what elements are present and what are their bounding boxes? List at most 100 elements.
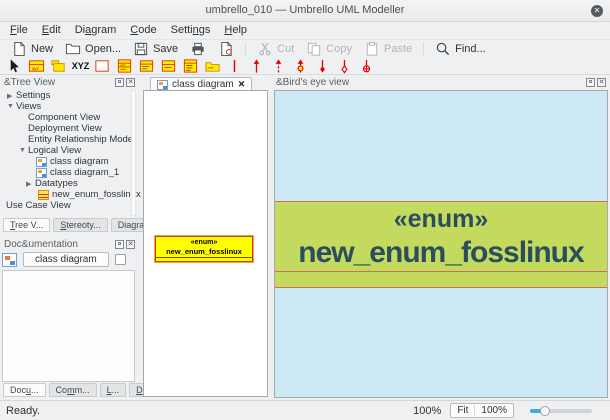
copy-icon xyxy=(306,41,322,57)
tree-item-settings[interactable]: ▶ Settings xyxy=(2,90,130,101)
tab-tree-v[interactable]: Tree V... xyxy=(3,218,51,232)
interface-tool-button[interactable] xyxy=(136,57,157,74)
label-part: ree V... xyxy=(15,220,44,230)
documentation-textarea[interactable] xyxy=(2,270,135,382)
package-tool-button[interactable] xyxy=(48,57,69,74)
window-close-icon[interactable]: ✕ xyxy=(591,5,603,17)
diagram-canvas[interactable]: «enum» new_enum_fosslinux xyxy=(143,90,268,397)
tree-item-new-enum-fosslinux[interactable]: new_enum_fosslinux xyxy=(2,189,141,200)
birdseye-header: &Bird's eye view ✕ xyxy=(276,77,608,90)
dashed-arrow-up-icon xyxy=(275,58,282,73)
tree-item-use-case-view[interactable]: Use Case View xyxy=(2,200,130,211)
zoom-slider-handle[interactable] xyxy=(540,405,550,416)
label-part: F xyxy=(10,24,17,36)
birdseye-enum-stereotype: «enum» xyxy=(393,205,489,233)
entity-icon xyxy=(205,61,220,72)
print-icon xyxy=(190,41,206,57)
composition-tool-button[interactable] xyxy=(312,57,333,74)
close-panel-icon[interactable]: ✕ xyxy=(126,78,135,87)
work-toolbar: xyz XYZ xyxy=(0,57,610,75)
label-part: dit xyxy=(49,24,61,36)
diagram-icon xyxy=(36,156,47,167)
doc-target-button[interactable]: class diagram xyxy=(23,252,109,267)
birdseye-enum-widget: «enum» new_enum_fosslinux xyxy=(275,201,607,288)
text-tool-label: XYZ xyxy=(71,60,90,71)
entity-tool-button[interactable] xyxy=(202,57,223,74)
containment-tool-button[interactable] xyxy=(356,57,377,74)
open-button[interactable]: Open... xyxy=(59,40,127,58)
pointer-tool-button[interactable] xyxy=(4,57,25,74)
close-panel-icon[interactable]: ✕ xyxy=(597,78,606,87)
uni-association-tool-button[interactable] xyxy=(290,57,311,74)
copy-button[interactable]: Copy xyxy=(300,40,358,58)
bottom-dock-tabs: Docu...Comm...L...D... xyxy=(3,383,158,397)
application-window: umbrello_010 — Umbrello UML Modeller ✕ F… xyxy=(0,0,610,420)
expanded-expander-icon[interactable]: ▼ xyxy=(19,147,28,154)
print-preview-icon xyxy=(218,41,234,57)
datatype-tool-button[interactable] xyxy=(158,57,179,74)
tree-scrollbar[interactable] xyxy=(131,90,136,216)
label-part: ile xyxy=(16,24,28,36)
birdseye-enum-separator xyxy=(275,271,607,272)
new-button[interactable]: New xyxy=(5,40,59,58)
close-panel-icon[interactable]: ✕ xyxy=(126,240,135,249)
collapsed-expander-icon[interactable]: ▶ xyxy=(26,180,35,188)
find-button[interactable]: Find... xyxy=(429,40,492,58)
enum-icon xyxy=(38,189,49,200)
tree-item-class-diagram[interactable]: class diagram xyxy=(2,156,130,167)
float-panel-icon[interactable] xyxy=(115,240,124,249)
text-tool-button[interactable]: XYZ xyxy=(70,57,91,74)
tree-item-views[interactable]: ▼ Views xyxy=(2,101,130,112)
tree-item-entity-relationship-model[interactable]: Entity Relationship Model xyxy=(2,134,135,145)
copy-button-label: Copy xyxy=(326,42,352,55)
save-button[interactable]: Save xyxy=(127,40,184,58)
tab-stereoty[interactable]: Stereoty... xyxy=(53,218,108,232)
menu-diagram[interactable]: Diagram xyxy=(68,22,124,38)
menu-file[interactable]: File xyxy=(3,22,35,38)
float-panel-icon[interactable] xyxy=(586,78,595,87)
tab-comm[interactable]: Comm... xyxy=(48,383,97,397)
object-tool-button[interactable]: xyz xyxy=(26,57,47,74)
association-line-tool-button[interactable] xyxy=(224,57,245,74)
enum-tool-button[interactable] xyxy=(180,57,201,74)
new-document-icon xyxy=(11,41,27,57)
tree-item-component-view[interactable]: Component View xyxy=(2,112,130,123)
menu-help[interactable]: Help xyxy=(217,22,254,38)
tree-item-label: class diagram_1 xyxy=(50,167,120,178)
zoom-100-button[interactable]: 100% xyxy=(475,405,513,416)
menu-settings[interactable]: Settings xyxy=(164,22,218,38)
tree-item-datatypes[interactable]: ▶ Datatypes xyxy=(2,178,130,189)
tree-item-logical-view[interactable]: ▼ Logical View xyxy=(2,145,130,156)
print-preview-button[interactable] xyxy=(212,40,240,58)
zoom-value: 100% xyxy=(413,404,442,417)
tab-close-icon[interactable]: ✕ xyxy=(238,79,246,90)
diagram-tab[interactable]: class diagram ✕ xyxy=(150,77,253,91)
tab-docu[interactable]: Docu... xyxy=(3,383,46,397)
doc-checkbox[interactable] xyxy=(114,254,126,265)
class-tool-button[interactable] xyxy=(114,57,135,74)
aggregation-tool-button[interactable] xyxy=(334,57,355,74)
tab-l[interactable]: L... xyxy=(99,383,127,397)
save-button-label: Save xyxy=(153,42,179,55)
birdseye-view[interactable]: «enum» new_enum_fosslinux xyxy=(274,90,608,398)
tree-item-deployment-view[interactable]: Deployment View xyxy=(2,123,130,134)
print-button[interactable] xyxy=(184,40,212,58)
zoom-fit-button[interactable]: Fit xyxy=(451,405,474,416)
find-magnifier-icon xyxy=(435,41,451,57)
paste-button-label: Paste xyxy=(383,42,413,55)
paste-button[interactable]: Paste xyxy=(358,40,418,58)
enum-widget[interactable]: «enum» new_enum_fosslinux xyxy=(154,235,254,263)
pointer-arrow-icon xyxy=(10,58,19,72)
zoom-slider[interactable] xyxy=(530,405,592,416)
float-panel-icon[interactable] xyxy=(115,78,124,87)
dependency-tool-button[interactable] xyxy=(268,57,289,74)
box-tool-button[interactable] xyxy=(92,57,113,74)
label-part: m xyxy=(67,385,75,395)
menu-code[interactable]: Code xyxy=(123,22,163,38)
tree-item-class-diagram-1[interactable]: class diagram_1 xyxy=(2,167,130,178)
expanded-expander-icon[interactable]: ▼ xyxy=(7,103,16,110)
directed-association-tool-button[interactable] xyxy=(246,57,267,74)
collapsed-expander-icon[interactable]: ▶ xyxy=(7,92,16,100)
cut-button[interactable]: Cut xyxy=(251,40,300,58)
menu-edit[interactable]: Edit xyxy=(35,22,68,38)
